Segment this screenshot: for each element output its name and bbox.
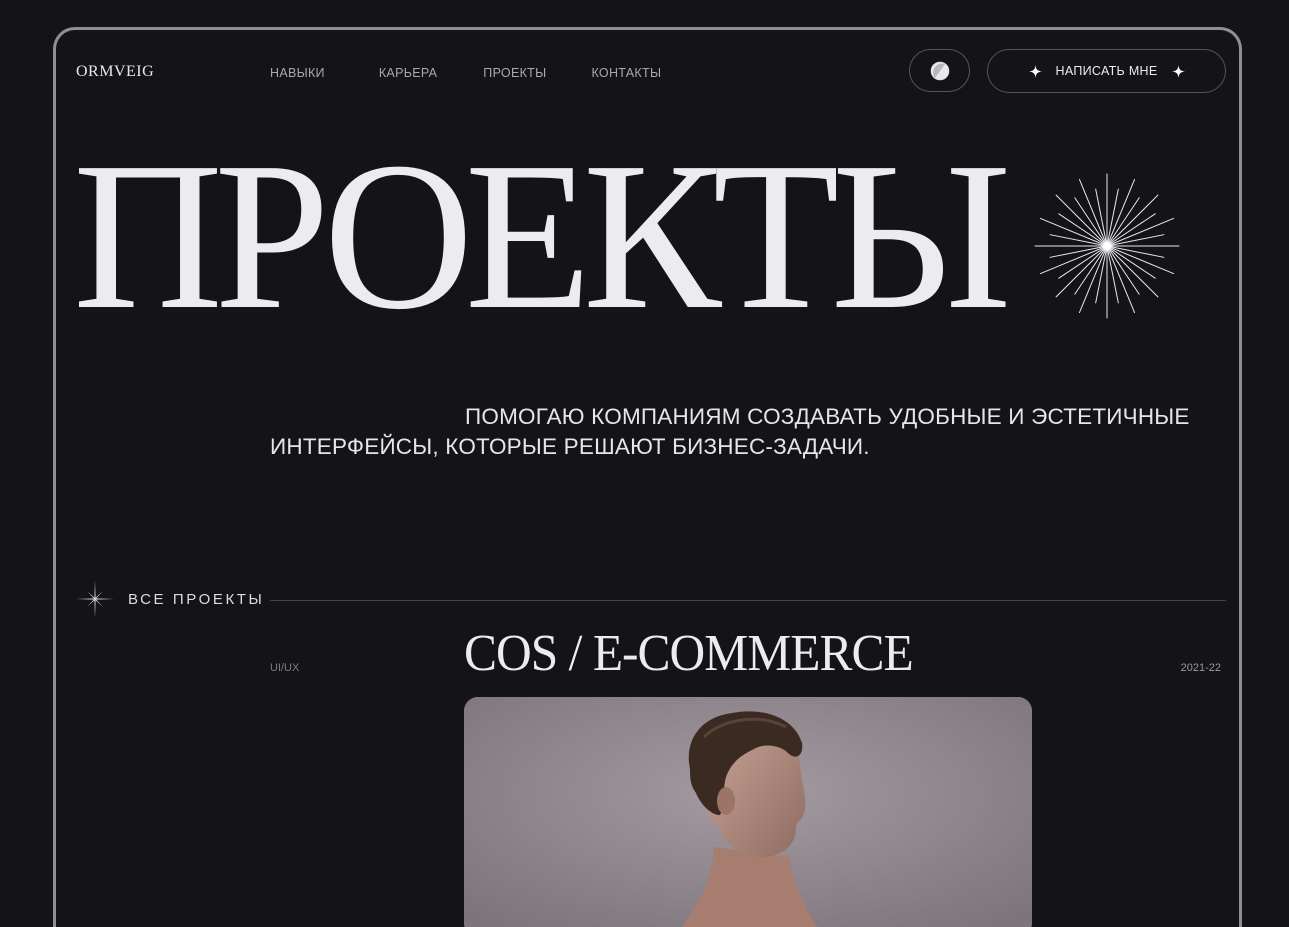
nav-item-career[interactable]: КАРЬЕРА [379,66,437,80]
sparkle-icon [1171,64,1185,78]
divider [270,600,1226,601]
browser-frame: ORMVEIG НАВЫКИ КАРЬЕРА ПРОЕКТЫ КОНТАКТЫ … [53,27,1242,927]
logo[interactable]: ORMVEIG [76,63,154,81]
nav-item-projects[interactable]: ПРОЕКТЫ [483,66,546,80]
sparkle-icon [1028,64,1042,78]
contact-button[interactable]: НАПИСАТЬ МНЕ [987,49,1226,93]
section-header: ВСЕ ПРОЕКТЫ [76,578,1226,622]
theme-toggle-button[interactable] [909,49,970,92]
intro-text: ПОМОГАЮ КОМПАНИЯМ СОЗДАВАТЬ УДОБНЫЕ И ЭС… [270,404,1190,459]
sparkle-icon [76,580,114,618]
project-title[interactable]: COS / E-COMMERCE [464,628,914,680]
project-category: UI/UX [270,662,300,674]
page-title: ПРОЕКТЫ [73,118,1012,353]
project-year: 2021-22 [1180,662,1221,674]
nav-item-contacts[interactable]: КОНТАКТЫ [591,66,661,80]
nav-item-skills[interactable]: НАВЫКИ [270,66,325,80]
starburst-icon [1034,173,1180,319]
contact-button-label: НАПИСАТЬ МНЕ [1055,64,1158,78]
main-nav: НАВЫКИ КАРЬЕРА ПРОЕКТЫ КОНТАКТЫ [270,66,661,80]
portrait-photo [464,697,1032,927]
section-title: ВСЕ ПРОЕКТЫ [128,591,265,608]
half-moon-icon [930,61,949,80]
project-cover-image[interactable] [464,697,1032,927]
